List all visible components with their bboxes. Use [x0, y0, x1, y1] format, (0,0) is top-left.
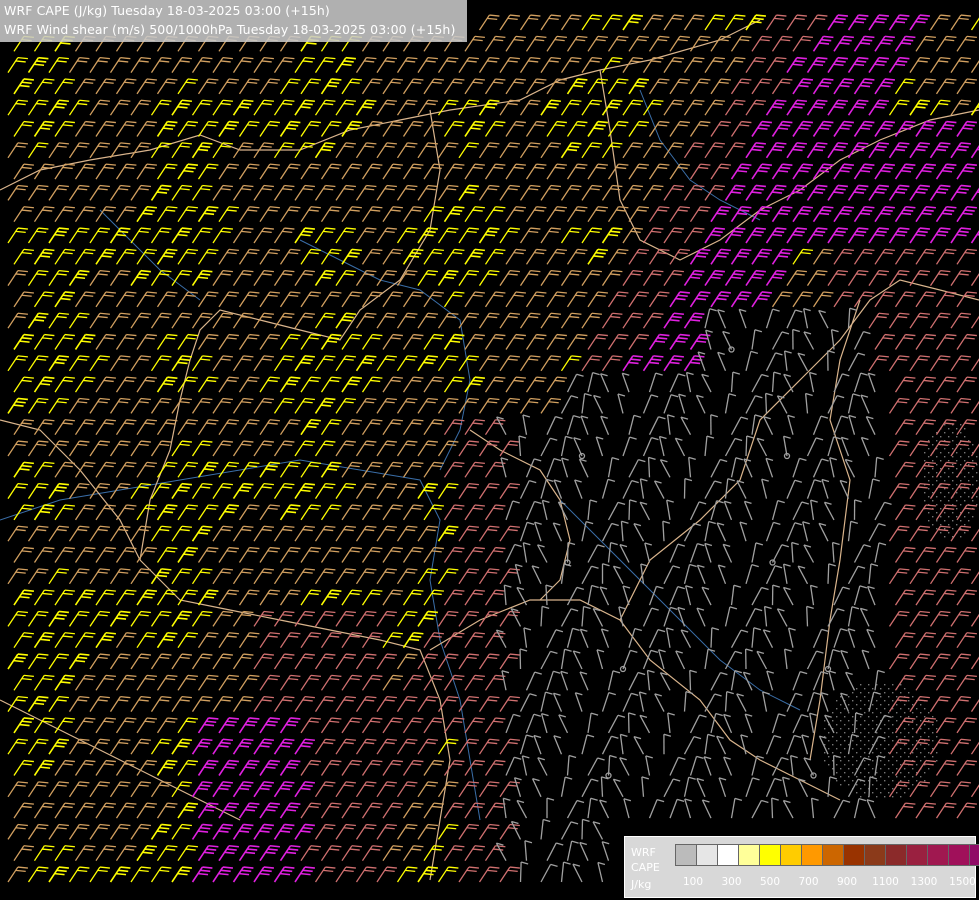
legend-swatch	[906, 844, 928, 866]
legend-swatch	[822, 844, 844, 866]
wind-shear-title: WRF Wind shear (m/s) 500/1000hPa Tuesday…	[4, 22, 456, 37]
legend-swatch	[885, 844, 907, 866]
cape-legend: WRF CAPE J/kg 100 300 500 700 900 1100 1300 150…	[624, 836, 979, 898]
legend-tick-labels: 100 300 500 700 900 1100 1300 1500	[675, 876, 976, 892]
legend-swatch	[948, 844, 970, 866]
legend-tick: 500	[759, 876, 781, 888]
legend-tick: 900	[836, 876, 858, 888]
legend-tick: 300	[721, 876, 742, 888]
legend-swatch	[759, 844, 781, 866]
legend-swatch	[717, 844, 739, 866]
legend-swatch	[843, 844, 865, 866]
legend-swatch	[696, 844, 718, 866]
legend-tick: 1500	[949, 876, 976, 888]
cape-title: WRF CAPE (J/kg) Tuesday 18-03-2025 03:00…	[4, 3, 330, 18]
legend-tick: 1300	[910, 876, 938, 888]
map-title-panel: WRF CAPE (J/kg) Tuesday 18-03-2025 03:00…	[0, 0, 467, 42]
legend-swatch	[969, 844, 979, 866]
weather-map	[0, 0, 979, 900]
legend-tick: 1100	[872, 876, 899, 888]
legend-tick: 700	[798, 876, 819, 888]
legend-swatch	[780, 844, 802, 866]
legend-swatch	[801, 844, 823, 866]
legend-tick: 100	[682, 876, 704, 888]
legend-field-label: CAPE	[631, 861, 660, 874]
legend-swatch	[675, 844, 697, 866]
legend-color-scale	[675, 844, 979, 866]
legend-swatch	[738, 844, 760, 866]
legend-swatch	[927, 844, 949, 866]
legend-unit-label: J/kg	[631, 878, 652, 891]
legend-model-label: WRF	[631, 846, 656, 859]
legend-swatch	[864, 844, 886, 866]
